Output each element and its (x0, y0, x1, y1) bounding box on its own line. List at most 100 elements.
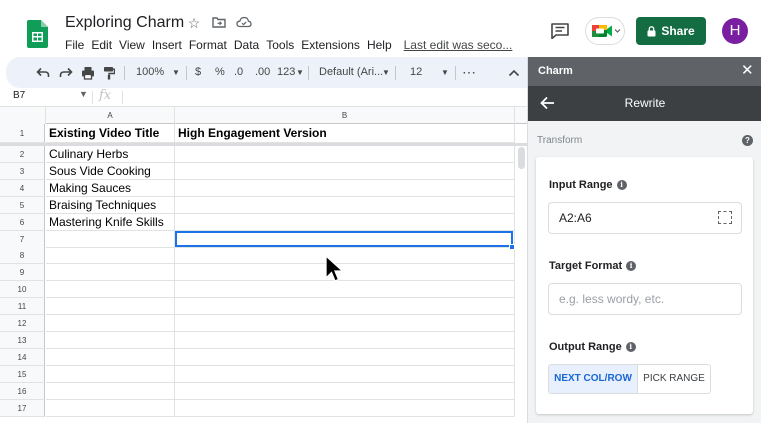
account-avatar[interactable]: H (722, 18, 748, 44)
cell-b17[interactable] (175, 399, 515, 417)
cell-a2[interactable]: Culinary Herbs (46, 146, 175, 163)
cell-a8[interactable] (46, 247, 175, 265)
cell-a4[interactable]: Making Sauces (46, 179, 175, 197)
row-header-15[interactable]: 15 (0, 365, 45, 383)
row-header-8[interactable]: 8 (0, 247, 45, 265)
row-header-11[interactable]: 11 (0, 298, 45, 316)
row-header-9[interactable]: 9 (0, 264, 45, 282)
fill-handle[interactable] (509, 243, 515, 250)
select-range-icon[interactable] (718, 211, 732, 224)
zoom-select[interactable]: 100% (136, 57, 164, 88)
cell-a6[interactable]: Mastering Knife Skills (46, 213, 175, 231)
currency-format-button[interactable]: $ (195, 57, 201, 88)
cell-a11[interactable] (46, 298, 175, 316)
spreadsheet-grid[interactable]: A B 1 Existing Video Title High Engagement… (0, 107, 527, 423)
vertical-scrollbar[interactable] (518, 147, 525, 169)
next-col-row-button[interactable]: NEXT COL/ROW (549, 365, 638, 393)
cell-a7[interactable] (46, 230, 175, 248)
cell-a12[interactable] (46, 315, 175, 332)
cell-b16[interactable] (175, 382, 515, 400)
name-box-chevron-icon[interactable]: ▼ (79, 89, 88, 99)
row-header-17[interactable]: 17 (0, 399, 45, 417)
pick-range-button[interactable]: PICK RANGE (638, 365, 710, 393)
help-icon[interactable]: ? (742, 135, 753, 146)
frozen-row-divider[interactable] (0, 143, 527, 146)
collapse-toolbar-icon[interactable] (508, 68, 520, 78)
selected-cell-b7[interactable] (175, 230, 513, 247)
move-folder-icon[interactable] (211, 14, 227, 32)
number-format-select[interactable]: 123 (277, 57, 295, 88)
menu-format[interactable]: Format (189, 38, 227, 52)
close-icon[interactable]: ✕ (741, 62, 754, 80)
cell-a16[interactable] (46, 382, 175, 400)
cell-b3[interactable] (175, 162, 515, 180)
redo-icon[interactable] (59, 67, 73, 79)
row-header-16[interactable]: 16 (0, 382, 45, 400)
paint-format-icon[interactable] (103, 66, 115, 80)
cell-b5[interactable] (175, 196, 515, 214)
cell-b14[interactable] (175, 348, 515, 366)
document-title[interactable]: Exploring Charm (65, 14, 184, 32)
cell-a3[interactable]: Sous Vide Cooking (46, 162, 175, 180)
menu-insert[interactable]: Insert (152, 38, 182, 52)
cell-a10[interactable] (46, 281, 175, 299)
row-header-4[interactable]: 4 (0, 179, 45, 197)
decrease-decimal-button[interactable]: .0 (234, 57, 243, 88)
cell-a17[interactable] (46, 399, 175, 417)
cell-b11[interactable] (175, 298, 515, 316)
info-icon[interactable]: i (626, 261, 637, 271)
meet-button[interactable] (585, 17, 625, 45)
row-header-2[interactable]: 2 (0, 146, 45, 163)
zoom-chevron-icon[interactable]: ▼ (172, 57, 180, 88)
cell-b4[interactable] (175, 179, 515, 197)
comment-history-icon[interactable] (551, 23, 569, 39)
share-button[interactable]: Share (636, 17, 706, 45)
row-header-1[interactable]: 1 (0, 124, 45, 143)
row-header-10[interactable]: 10 (0, 281, 45, 299)
input-range-field[interactable]: A2:A6 (548, 202, 742, 234)
cell-b12[interactable] (175, 315, 515, 332)
star-icon[interactable]: ☆ (186, 14, 202, 32)
cell-a1[interactable]: Existing Video Title (46, 124, 175, 143)
row-header-13[interactable]: 13 (0, 331, 45, 349)
cloud-status-icon[interactable] (236, 14, 252, 32)
info-icon[interactable]: i (616, 180, 627, 190)
menu-tools[interactable]: Tools (266, 38, 294, 52)
cell-a9[interactable] (46, 264, 175, 282)
last-edit-link[interactable]: Last edit was seco... (404, 38, 513, 52)
cell-a5[interactable]: Braising Techniques (46, 196, 175, 214)
menu-data[interactable]: Data (234, 38, 259, 52)
cell-b13[interactable] (175, 331, 515, 349)
cell-a14[interactable] (46, 348, 175, 366)
name-box[interactable]: B7 (13, 90, 25, 101)
menu-file[interactable]: File (65, 38, 84, 52)
font-size-select[interactable]: 12 (410, 57, 422, 88)
percent-format-button[interactable]: % (215, 57, 225, 88)
sheets-logo-icon[interactable] (27, 20, 48, 48)
menu-extensions[interactable]: Extensions (301, 38, 360, 52)
row-header-12[interactable]: 12 (0, 315, 45, 332)
menu-edit[interactable]: Edit (91, 38, 112, 52)
cell-a15[interactable] (46, 365, 175, 383)
font-family-select[interactable]: Default (Ari... (319, 57, 383, 88)
cell-b1[interactable]: High Engagement Version (175, 124, 515, 143)
menu-help[interactable]: Help (367, 38, 392, 52)
cell-a13[interactable] (46, 331, 175, 349)
row-header-6[interactable]: 6 (0, 213, 45, 231)
more-options-icon[interactable]: ⋯ (462, 57, 476, 88)
column-header-b[interactable]: B (175, 107, 515, 124)
increase-decimal-button[interactable]: .00 (255, 57, 270, 88)
target-format-field[interactable]: e.g. less wordy, etc. (548, 283, 742, 315)
select-all-corner[interactable] (0, 107, 46, 124)
row-header-14[interactable]: 14 (0, 348, 45, 366)
row-header-3[interactable]: 3 (0, 162, 45, 180)
cell-b6[interactable] (175, 213, 515, 231)
undo-icon[interactable] (36, 67, 50, 79)
info-icon[interactable]: i (625, 342, 636, 352)
column-header-a[interactable]: A (46, 107, 175, 124)
menu-view[interactable]: View (119, 38, 145, 52)
row-header-5[interactable]: 5 (0, 196, 45, 214)
row-header-7[interactable]: 7 (0, 230, 45, 248)
cell-b2[interactable] (175, 146, 515, 163)
cell-b15[interactable] (175, 365, 515, 383)
